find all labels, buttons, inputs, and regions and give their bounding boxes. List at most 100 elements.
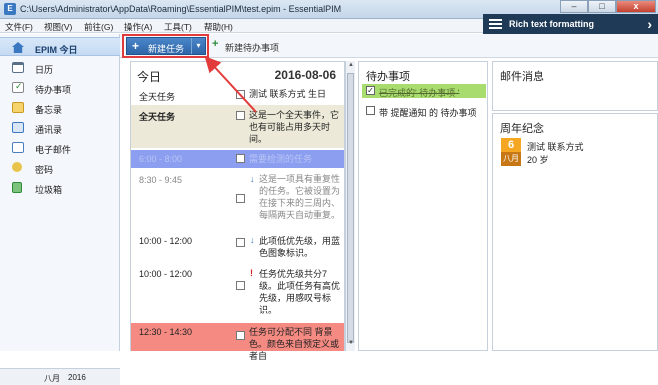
scroll-up-icon[interactable]: ▲ bbox=[347, 62, 355, 72]
notes-icon bbox=[12, 102, 24, 113]
todo-panel: 待办事项 ✓ 已完成的' 待办事项 ' 带 提醒通知 的 待办事项 bbox=[358, 61, 488, 351]
low-priority-icon: ↓ bbox=[250, 235, 255, 245]
highlight-box bbox=[122, 34, 209, 58]
task-row[interactable]: 全天任务 这是一个全天事件，它也有可能占用多天时间。 bbox=[131, 105, 344, 148]
day-header: 今日 bbox=[137, 70, 162, 84]
menu-go[interactable]: 前往(G) bbox=[84, 21, 113, 33]
sidebar-item-contacts[interactable]: 通讯录 bbox=[0, 118, 120, 137]
key-icon bbox=[12, 162, 22, 172]
sidebar-item-label: 待办事项 bbox=[35, 85, 72, 95]
maximize-button[interactable]: □ bbox=[588, 0, 616, 13]
todo-item[interactable]: 带 提醒通知 的 待办事项 bbox=[362, 104, 486, 118]
task-text: 任务优先级共分7级。此项任务有高优先级，用感叹号标识。 bbox=[259, 269, 341, 315]
task-row[interactable]: 12:30 - 14:30 任务可分配不同 背景色。颜色来自预定义或者自 bbox=[131, 323, 344, 361]
trash-icon bbox=[12, 182, 22, 193]
sidebar-item-label: EPIM 今日 bbox=[35, 45, 78, 55]
chevron-right-icon[interactable]: › bbox=[647, 16, 652, 32]
anniversary-panel: 周年纪念 6 八月 测试 联系方式 20 岁 bbox=[492, 113, 658, 351]
task-time: 全天任务 bbox=[139, 112, 176, 122]
window-title: C:\Users\Administrator\AppData\Roaming\E… bbox=[20, 4, 342, 14]
menu-help[interactable]: 帮助(H) bbox=[204, 21, 233, 33]
todo-text: 带 提醒通知 的 待办事项 bbox=[379, 108, 477, 118]
todo-icon: ✓ bbox=[12, 81, 24, 93]
rich-text-label: Rich text formatting bbox=[509, 19, 595, 29]
allday-row[interactable]: 全天任务 测试 联系方式 生日 bbox=[131, 86, 344, 104]
task-text: 此项低优先级，用蓝色图象标识。 bbox=[259, 236, 341, 258]
task-row[interactable]: 10:00 - 12:00 ! 任务优先级共分7级。此项任务有高优先级，用感叹号… bbox=[131, 265, 344, 321]
day-scrollbar[interactable]: ▲ ▼ bbox=[345, 61, 355, 351]
sidebar-item-label: 垃圾箱 bbox=[35, 185, 63, 195]
menu-view[interactable]: 视图(V) bbox=[44, 21, 72, 33]
sidebar-item-email[interactable]: 电子邮件 bbox=[0, 138, 120, 157]
anniversary-day: 6 bbox=[501, 138, 521, 152]
sidebar-item-today[interactable]: EPIM 今日 bbox=[0, 37, 120, 56]
scroll-down-icon[interactable]: ▼ bbox=[347, 340, 355, 350]
task-row[interactable]: 8:30 - 9:45 ↓ 这是一项具有重复性的任务。它被设置为在接下来的三周内… bbox=[131, 170, 344, 226]
menu-file[interactable]: 文件(F) bbox=[5, 21, 33, 33]
task-checkbox[interactable] bbox=[236, 194, 245, 203]
scroll-thumb[interactable] bbox=[347, 73, 354, 343]
sidebar-item-label: 电子邮件 bbox=[35, 145, 72, 155]
mail-panel: 邮件消息 bbox=[492, 61, 658, 111]
todo-item[interactable]: ✓ 已完成的' 待办事项 ' bbox=[362, 84, 486, 98]
task-checkbox[interactable] bbox=[236, 154, 245, 163]
sidebar-item-calendar[interactable]: 日历 bbox=[0, 58, 120, 77]
day-date: 2016-08-06 bbox=[274, 68, 336, 82]
mini-calendar-month: 八月 bbox=[44, 374, 60, 383]
anniversary-title: 周年纪念 bbox=[500, 123, 544, 135]
task-text: 这是一项具有重复性的任务。它被设置为在接下来的三周内、每隔两天自动重复。 bbox=[259, 174, 341, 220]
menu-actions[interactable]: 操作(A) bbox=[124, 21, 152, 33]
email-icon bbox=[12, 142, 24, 153]
task-checkbox[interactable] bbox=[236, 238, 245, 247]
anniversary-age: 20 岁 bbox=[527, 155, 549, 165]
rich-text-bar[interactable]: Rich text formatting › bbox=[483, 14, 658, 36]
sidebar-item-trash[interactable]: 垃圾箱 bbox=[0, 178, 120, 197]
todo-title: 待办事项 bbox=[366, 71, 410, 83]
task-row[interactable]: 6:00 - 8:00 需要检测的任务 bbox=[131, 150, 344, 168]
task-time: 10:00 - 12:00 bbox=[139, 269, 193, 279]
mini-calendar-year: 2016 bbox=[68, 373, 86, 382]
sidebar-item-label: 日历 bbox=[35, 65, 54, 75]
today-panel: 今日 2016-08-06 全天任务 测试 联系方式 生日 全天任务 这是一个全… bbox=[130, 61, 345, 361]
menu-tools[interactable]: 工具(T) bbox=[164, 21, 192, 33]
sidebar-item-label: 备忘录 bbox=[35, 105, 63, 115]
calendar-icon bbox=[12, 62, 24, 73]
task-checkbox[interactable] bbox=[236, 90, 245, 99]
task-checkbox[interactable] bbox=[236, 111, 245, 120]
minimize-button[interactable]: – bbox=[560, 0, 588, 13]
task-text: 需要检测的任务 bbox=[249, 154, 313, 164]
close-button[interactable]: x bbox=[616, 0, 656, 13]
task-row[interactable]: 10:00 - 12:00 ↓ 此项低优先级，用蓝色图象标识。 bbox=[131, 232, 344, 262]
low-priority-icon: ↓ bbox=[250, 174, 255, 184]
high-priority-icon: ! bbox=[250, 268, 253, 278]
text-format-icon bbox=[489, 19, 502, 30]
mail-title: 邮件消息 bbox=[500, 71, 544, 83]
todo-checkbox[interactable]: ✓ bbox=[366, 86, 375, 95]
home-icon bbox=[12, 42, 24, 53]
sidebar-item-label: 通讯录 bbox=[35, 125, 63, 135]
task-checkbox[interactable] bbox=[236, 331, 245, 340]
sidebar-item-notes[interactable]: 备忘录 bbox=[0, 98, 120, 117]
app-icon: E bbox=[4, 3, 16, 15]
new-todo-label: 新建待办事项 bbox=[225, 43, 280, 53]
sidebar-mini-calendar[interactable]: 八月 2016 bbox=[0, 368, 120, 385]
window-controls: – □ x bbox=[560, 0, 658, 14]
todo-checkbox[interactable] bbox=[366, 106, 375, 115]
anniversary-contact[interactable]: 测试 联系方式 bbox=[527, 140, 584, 153]
anniversary-date-badge: 6 八月 bbox=[501, 138, 521, 166]
task-time: 8:30 - 9:45 bbox=[139, 175, 183, 185]
allday-label: 全天任务 bbox=[139, 92, 176, 102]
allday-text: 测试 联系方式 生日 bbox=[249, 89, 327, 99]
task-time: 6:00 - 8:00 bbox=[139, 154, 183, 164]
task-time: 12:30 - 14:30 bbox=[139, 327, 193, 337]
sidebar-item-todo[interactable]: ✓ 待办事项 bbox=[0, 78, 120, 97]
sidebar-item-label: 密码 bbox=[35, 165, 54, 175]
sidebar-item-passwords[interactable]: 密码 bbox=[0, 158, 120, 177]
task-checkbox[interactable] bbox=[236, 281, 245, 290]
anniversary-month: 八月 bbox=[501, 152, 521, 166]
todo-text: 已完成的' 待办事项 ' bbox=[379, 88, 460, 98]
navigation-sidebar: EPIM 今日 日历 ✓ 待办事项 备忘录 通讯录 电子邮件 密码 垃圾箱 八月… bbox=[0, 34, 120, 385]
contacts-icon bbox=[12, 122, 24, 133]
task-time: 10:00 - 12:00 bbox=[139, 236, 193, 246]
task-text: 这是一个全天事件，它也有可能占用多天时间。 bbox=[249, 110, 340, 144]
